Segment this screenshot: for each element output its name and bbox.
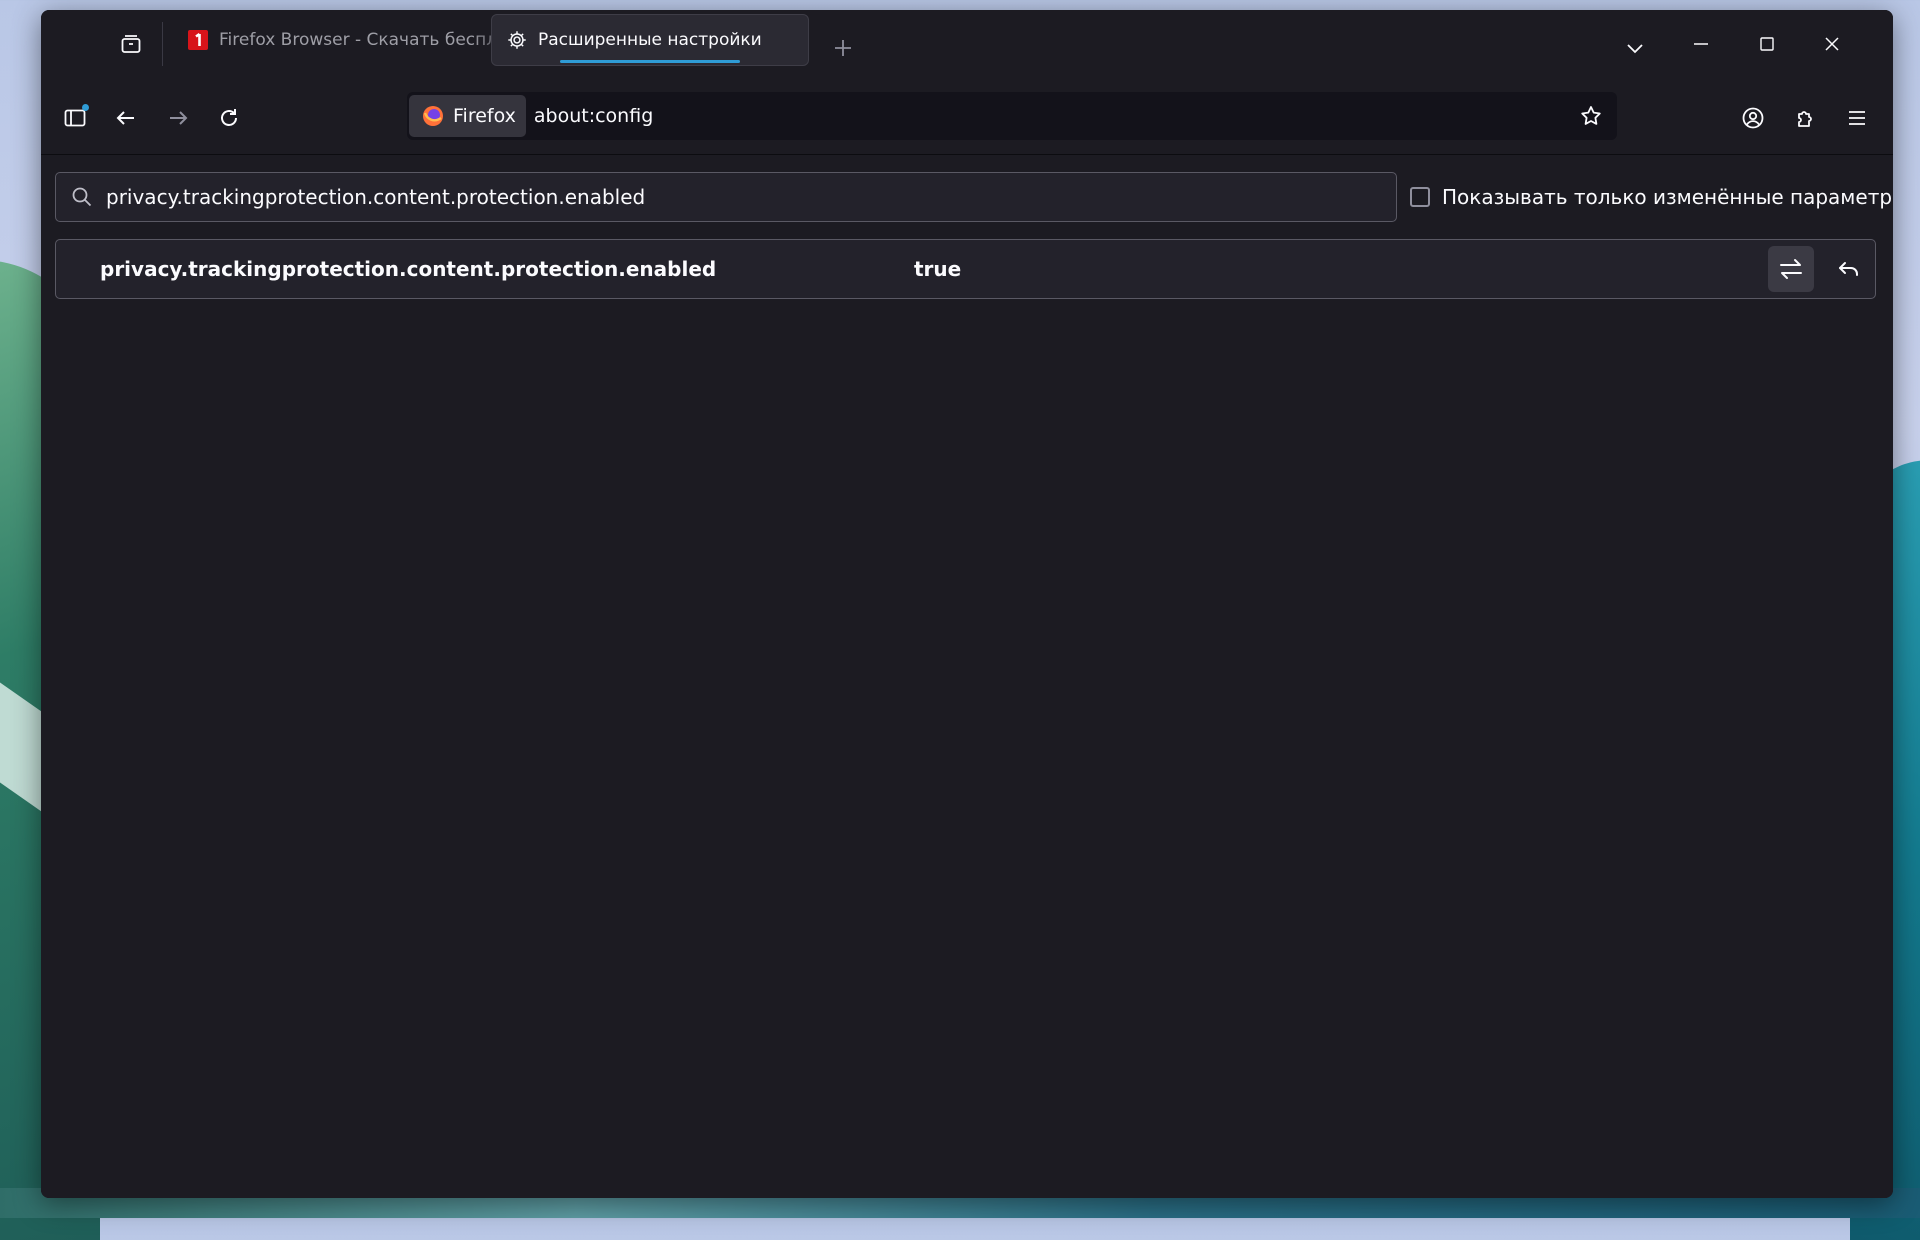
back-button[interactable] (106, 98, 146, 138)
tab-advanced-settings[interactable]: Расширенные настройки (491, 14, 809, 66)
firefox-view-icon (121, 35, 141, 53)
toggle-preference-button[interactable] (1768, 246, 1814, 292)
maximize-button[interactable] (1747, 28, 1787, 60)
identity-label: Firefox (453, 105, 516, 127)
firefox-view-button[interactable] (111, 26, 151, 62)
list-all-tabs-button[interactable] (1617, 30, 1653, 66)
star-icon (1581, 106, 1601, 125)
url-text[interactable]: about:config (534, 105, 653, 127)
red-logo-favicon (188, 30, 208, 50)
gear-icon (508, 31, 526, 49)
tab-separator (162, 22, 163, 66)
preference-value: true (914, 257, 962, 281)
puzzle-icon (1798, 111, 1812, 127)
preference-search-input[interactable] (104, 184, 1396, 210)
account-icon (1742, 107, 1764, 129)
firefox-logo-icon (423, 106, 443, 126)
address-bar[interactable]: Firefox about:config (407, 92, 1617, 140)
preference-row: privacy.trackingprotection.content.prote… (55, 239, 1876, 299)
show-modified-checkbox[interactable] (1410, 187, 1430, 207)
reload-button[interactable] (209, 98, 249, 138)
bookmark-star-button[interactable] (1573, 98, 1609, 134)
navigation-toolbar: Firefox about:config (41, 82, 1893, 154)
tab-title: Firefox Browser - Скачать бесплатно (219, 30, 517, 50)
app-menu-button[interactable] (1837, 98, 1877, 138)
close-icon (1825, 37, 1839, 51)
chevron-down-icon (1627, 44, 1643, 54)
sidebar-button[interactable] (55, 98, 95, 138)
forward-button[interactable] (158, 98, 198, 138)
swap-arrows-icon (1780, 259, 1802, 279)
undo-icon (1839, 262, 1858, 276)
show-modified-label: Показывать только изменённые параметры (1442, 185, 1893, 209)
config-page: Показывать только изменённые параметры p… (41, 154, 1893, 1198)
plus-icon (835, 40, 851, 56)
arrow-right-icon (170, 111, 188, 125)
search-icon (72, 187, 92, 207)
arrow-left-icon (116, 111, 134, 125)
active-tab-indicator (560, 60, 740, 63)
extensions-button[interactable] (1786, 98, 1826, 138)
minimize-icon (1694, 43, 1708, 45)
reload-icon (221, 109, 237, 126)
sidebar-notification-dot (82, 104, 89, 111)
hamburger-menu-icon (1849, 111, 1865, 125)
maximize-icon (1760, 37, 1774, 51)
tab-firefox-download[interactable]: Firefox Browser - Скачать бесплатно (173, 14, 517, 66)
browser-window: Firefox Browser - Скачать бесплатно Расш… (41, 10, 1893, 1198)
new-tab-button[interactable] (825, 30, 861, 66)
preference-search-box[interactable] (55, 172, 1397, 222)
minimize-button[interactable] (1681, 28, 1721, 60)
tab-title: Расширенные настройки (538, 30, 762, 50)
close-window-button[interactable] (1812, 28, 1852, 60)
reset-preference-button[interactable] (1826, 246, 1872, 292)
identity-box[interactable]: Firefox (409, 95, 526, 137)
account-button[interactable] (1733, 98, 1773, 138)
tab-strip: Firefox Browser - Скачать бесплатно Расш… (41, 10, 1893, 74)
preference-name: privacy.trackingprotection.content.prote… (100, 257, 717, 281)
show-modified-toggle[interactable]: Показывать только изменённые параметры (1410, 172, 1893, 222)
